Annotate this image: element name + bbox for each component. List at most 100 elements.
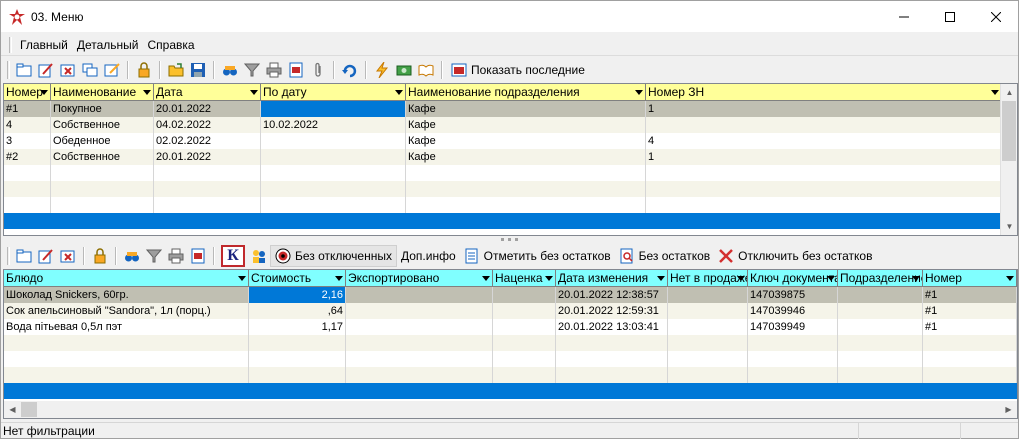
- table-cell[interactable]: [838, 319, 923, 335]
- table-cell[interactable]: [838, 287, 923, 303]
- dropdown-arrow-icon[interactable]: [991, 90, 999, 95]
- table-cell[interactable]: 02.02.2022: [154, 133, 261, 149]
- table-row[interactable]: 4 Собственное 04.02.2022 10.02.2022 Кафе: [4, 117, 1002, 133]
- recipe-button[interactable]: [415, 59, 437, 81]
- open-button[interactable]: [165, 59, 187, 81]
- size-grip[interactable]: [961, 423, 1016, 439]
- disable-no-stock-button[interactable]: Отключить без остатков: [714, 245, 876, 267]
- scroll-down-arrow[interactable]: ▼: [1001, 218, 1017, 235]
- table-cell[interactable]: 04.02.2022: [154, 117, 261, 133]
- top-column-header[interactable]: Дата: [154, 84, 261, 101]
- table-cell[interactable]: [346, 303, 493, 319]
- table-cell[interactable]: #1: [4, 101, 51, 117]
- find-button[interactable]: [219, 59, 241, 81]
- table-cell[interactable]: [261, 101, 406, 117]
- table-row[interactable]: #1 Покупное 20.01.2022 Кафе 1: [4, 101, 1002, 117]
- dropdown-arrow-icon[interactable]: [395, 90, 403, 95]
- table-cell[interactable]: [838, 351, 923, 367]
- table-cell[interactable]: 4: [4, 117, 51, 133]
- bottom-column-header[interactable]: Дата изменения: [556, 270, 668, 287]
- table-cell[interactable]: [4, 351, 249, 367]
- table-cell[interactable]: [346, 367, 493, 383]
- top-column-header[interactable]: По дату: [261, 84, 406, 101]
- table-cell[interactable]: Покупное: [51, 101, 154, 117]
- table-cell[interactable]: 10.02.2022: [261, 117, 406, 133]
- table-cell[interactable]: 4: [646, 133, 1002, 149]
- bottom-column-header[interactable]: Наценка: [493, 270, 556, 287]
- table-cell[interactable]: [493, 303, 556, 319]
- table-cell[interactable]: [51, 197, 154, 213]
- maximize-button[interactable]: [927, 1, 973, 32]
- top-column-header[interactable]: Номер ЗН: [646, 84, 1002, 101]
- table-cell[interactable]: [4, 197, 51, 213]
- scroll-right-arrow[interactable]: ▶: [1000, 401, 1017, 418]
- hscroll-thumb[interactable]: [21, 402, 37, 417]
- top-grid-vscroll[interactable]: ▲ ▼: [1000, 84, 1017, 235]
- table-cell[interactable]: Собственное: [51, 117, 154, 133]
- splitter[interactable]: [1, 236, 1018, 242]
- table-cell[interactable]: [4, 367, 249, 383]
- report-button[interactable]: [285, 59, 307, 81]
- bottom-grid-hscroll[interactable]: ◀ ▶: [4, 401, 1017, 418]
- table-cell[interactable]: [646, 197, 1002, 213]
- menu-main[interactable]: Главный: [16, 38, 72, 52]
- no-disabled-toggle[interactable]: Без отключенных: [270, 245, 397, 267]
- table-row[interactable]: [4, 181, 1002, 197]
- minimize-button[interactable]: [881, 1, 927, 32]
- bottom-column-header[interactable]: Номер: [923, 270, 1017, 287]
- dropdown-arrow-icon[interactable]: [657, 276, 665, 281]
- table-cell[interactable]: #1: [923, 287, 1017, 303]
- scroll-thumb[interactable]: [1002, 101, 1016, 161]
- filter-item-button[interactable]: [143, 245, 165, 267]
- batch-edit-button[interactable]: [101, 59, 123, 81]
- no-stock-button[interactable]: Без остатков: [615, 245, 715, 267]
- table-cell[interactable]: 147039946: [748, 303, 838, 319]
- table-row[interactable]: [4, 335, 1017, 351]
- extra-info-button[interactable]: Доп.инфо: [397, 245, 460, 267]
- table-row[interactable]: #2 Собственное 20.01.2022 Кафе 1: [4, 149, 1002, 165]
- table-cell[interactable]: [249, 335, 346, 351]
- table-cell[interactable]: Шоколад Snickers, 60гр.: [4, 287, 249, 303]
- table-cell[interactable]: 2,16: [249, 287, 346, 303]
- dropdown-arrow-icon[interactable]: [335, 276, 343, 281]
- insert-row-bar[interactable]: [4, 213, 1002, 229]
- table-cell[interactable]: [346, 351, 493, 367]
- table-cell[interactable]: [249, 351, 346, 367]
- table-cell[interactable]: 20.01.2022 12:38:57: [556, 287, 668, 303]
- table-cell[interactable]: [493, 351, 556, 367]
- table-row[interactable]: Вода пітьевая 0,5л пэт 1,17 20.01.2022 13:…: [4, 319, 1017, 335]
- table-cell[interactable]: 1: [646, 149, 1002, 165]
- table-cell[interactable]: [261, 181, 406, 197]
- table-cell[interactable]: [668, 335, 748, 351]
- people-button[interactable]: [248, 245, 270, 267]
- table-cell[interactable]: [668, 319, 748, 335]
- report-item-button[interactable]: [187, 245, 209, 267]
- table-cell[interactable]: Кафе: [406, 133, 646, 149]
- table-cell[interactable]: 20.01.2022 12:59:31: [556, 303, 668, 319]
- bottom-column-header[interactable]: Подразделение: [838, 270, 923, 287]
- table-cell[interactable]: 147039875: [748, 287, 838, 303]
- save-button[interactable]: [187, 59, 209, 81]
- table-cell[interactable]: [556, 335, 668, 351]
- table-cell[interactable]: [261, 133, 406, 149]
- table-cell[interactable]: [668, 367, 748, 383]
- filter-button[interactable]: [241, 59, 263, 81]
- close-button[interactable]: [973, 1, 1019, 32]
- table-cell[interactable]: [556, 351, 668, 367]
- lock-button[interactable]: [133, 59, 155, 81]
- table-cell[interactable]: [406, 165, 646, 181]
- show-last-button[interactable]: Показать последние: [447, 59, 589, 81]
- table-cell[interactable]: 20.01.2022: [154, 101, 261, 117]
- dropdown-arrow-icon[interactable]: [737, 276, 745, 281]
- insert-row-bar[interactable]: [4, 383, 1017, 399]
- table-cell[interactable]: [406, 197, 646, 213]
- table-cell[interactable]: [4, 181, 51, 197]
- execute-button[interactable]: [371, 59, 393, 81]
- table-cell[interactable]: Сок апельсиновый "Sandora", 1л (порц.): [4, 303, 249, 319]
- table-cell[interactable]: 3: [4, 133, 51, 149]
- table-cell[interactable]: [493, 287, 556, 303]
- table-cell[interactable]: 20.01.2022 13:03:41: [556, 319, 668, 335]
- dropdown-arrow-icon[interactable]: [238, 276, 246, 281]
- table-cell[interactable]: [748, 367, 838, 383]
- table-cell[interactable]: [493, 319, 556, 335]
